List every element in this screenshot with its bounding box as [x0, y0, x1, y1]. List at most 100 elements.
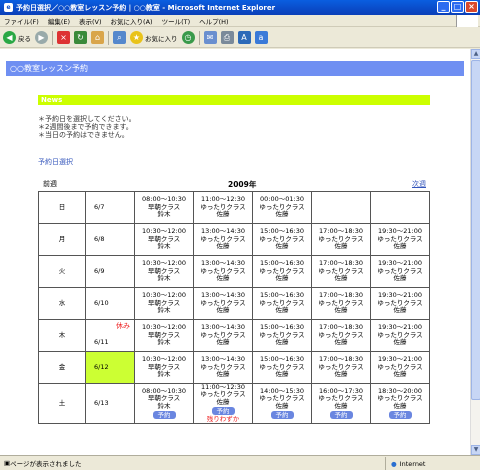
favorites-button[interactable]: ★ お気に入り — [130, 31, 178, 44]
scroll-up-icon[interactable]: ▲ — [471, 49, 480, 59]
menu-help[interactable]: ヘルプ(H) — [199, 16, 228, 26]
lesson-slot: 10:30～12:00 早朝クラス 鈴木 — [134, 255, 194, 288]
lesson-slot: 08:00～10:30 早朝クラス 鈴木 — [134, 191, 194, 224]
slot-teacher: 佐藤 — [275, 370, 289, 379]
close-button[interactable]: × — [465, 1, 478, 13]
lesson-slot: 13:00～14:30 ゆったりクラス 佐藤 — [193, 351, 253, 384]
slot-teacher: 佐藤 — [216, 210, 230, 219]
back-arrow-icon: ◀ — [3, 31, 16, 44]
edit-icon[interactable]: A — [237, 31, 251, 44]
vertical-scrollbar[interactable]: ▲ ▼ — [470, 49, 480, 455]
week-navigation: 前週 2009年 次週 — [38, 179, 430, 191]
back-button[interactable]: ◀ 戻る — [3, 31, 31, 44]
slot-teacher: 佐藤 — [275, 338, 289, 347]
note-item: ＊2週間後まで予約できます。 — [38, 123, 133, 131]
lesson-slot: 10:30～12:00 早朝クラス 鈴木 — [134, 351, 194, 384]
lesson-slot: 17:00～18:30 ゆったりクラス 佐藤 — [311, 223, 371, 256]
table-row: 木 休み 6/11 10:30～12:00 早朝クラス 鈴木 13:00～14:30 ゆったり… — [38, 319, 430, 352]
date-cell: 休み 6/11 — [85, 319, 135, 352]
lesson-slot: 16:00～17:30 ゆったりクラス 佐藤 予約 — [311, 382, 371, 425]
prev-week[interactable]: 前週 — [43, 179, 57, 189]
note-item: ＊当日の予約はできません。 — [38, 131, 129, 139]
date-label: 6/11 — [94, 337, 109, 346]
slot-teacher: 佐藤 — [216, 274, 230, 283]
windows-logo-icon — [456, 15, 478, 27]
date-cell: 6/7 — [85, 191, 135, 224]
page-content: ○○教室レッスン予約 News ＊予約日を選択してください。 ＊2週間後まで予約… — [0, 49, 470, 455]
weekday-cell: 木 — [38, 319, 86, 352]
lesson-slot: 10:30～12:00 早朝クラス 鈴木 — [134, 319, 194, 352]
few-left-label: 残りわずか — [206, 414, 240, 423]
translate-icon[interactable]: a — [254, 31, 268, 44]
slot-teacher: 佐藤 — [334, 401, 348, 410]
next-week-link[interactable]: 次週 — [412, 179, 426, 189]
table-row: 土 6/13 08:00～10:30 早朝クラス 鈴木 予約 11:00～12:30 ゆったり… — [38, 382, 430, 425]
lesson-slot: 13:00～14:30 ゆったりクラス 佐藤 — [193, 287, 253, 320]
lesson-slot: 17:00～18:30 ゆったりクラス 佐藤 — [311, 255, 371, 288]
schedule-table: 日 6/7 08:00～10:30 早朝クラス 鈴木 11:00～12:30 ゆったりクラス… — [38, 191, 430, 425]
slot-teacher: 鈴木 — [157, 401, 171, 410]
window-controls: _ □ × — [437, 1, 478, 13]
slot-teacher: 佐藤 — [334, 370, 348, 379]
globe-icon: ● — [391, 459, 397, 468]
reserve-button[interactable]: 予約 — [329, 410, 353, 419]
menu-tools[interactable]: ツール(T) — [162, 16, 191, 26]
lesson-slot — [370, 191, 430, 224]
table-row: 金 6/12 10:30～12:00 早朝クラス 鈴木 13:00～14:30 ゆったりクラ… — [38, 351, 430, 384]
toolbar-separator — [198, 30, 200, 45]
lesson-slot: 11:00～12:30 ゆったりクラス 佐藤 予約 残りわずか — [193, 382, 253, 425]
reserve-button[interactable]: 予約 — [152, 410, 176, 419]
lesson-slot: 19:30～21:00 ゆったりクラス 佐藤 — [370, 287, 430, 320]
date-cell: 6/9 — [85, 255, 135, 288]
menu-view[interactable]: 表示(V) — [79, 16, 102, 26]
slot-teacher: 佐藤 — [275, 401, 289, 410]
back-label: 戻る — [18, 34, 31, 43]
print-icon[interactable]: ⎙ — [220, 31, 234, 44]
slot-teacher: 鈴木 — [157, 370, 171, 379]
zone-label: Internet — [399, 459, 426, 468]
stop-icon[interactable]: × — [57, 31, 70, 44]
lesson-slot: 00:00～01:30 ゆったりクラス 佐藤 — [252, 191, 312, 224]
slot-teacher: 佐藤 — [216, 370, 230, 379]
lesson-slot: 19:30～21:00 ゆったりクラス 佐藤 — [370, 255, 430, 288]
menu-edit[interactable]: 編集(E) — [48, 16, 70, 26]
weekday-cell: 火 — [38, 255, 86, 288]
select-date-link[interactable]: 予約日選択 — [38, 157, 73, 167]
lesson-slot: 19:30～21:00 ゆったりクラス 佐藤 — [370, 351, 430, 384]
home-icon[interactable]: ⌂ — [91, 31, 104, 44]
slot-teacher: 佐藤 — [334, 274, 348, 283]
slot-teacher: 鈴木 — [157, 338, 171, 347]
slot-teacher: 佐藤 — [393, 401, 407, 410]
slot-teacher: 佐藤 — [275, 242, 289, 251]
maximize-button[interactable]: □ — [451, 1, 464, 13]
slot-teacher: 佐藤 — [393, 242, 407, 251]
forward-button[interactable]: ▶ — [35, 31, 48, 44]
lesson-slot: 13:00～14:30 ゆったりクラス 佐藤 — [193, 319, 253, 352]
search-icon[interactable]: ⌕ — [113, 31, 126, 44]
mail-icon[interactable]: ✉ — [203, 31, 217, 44]
menu-file[interactable]: ファイル(F) — [4, 16, 39, 26]
toolbar: ◀ 戻る ▶ × ↻ ⌂ ⌕ ★ お気に入り ◷ ✉ ⎙ A a — [0, 28, 480, 48]
scroll-down-icon[interactable]: ▼ — [471, 445, 480, 455]
scroll-thumb[interactable] — [471, 60, 480, 400]
reserve-button[interactable]: 予約 — [270, 410, 294, 419]
year-label: 2009年 — [228, 180, 257, 189]
window-titlebar: e 予約日選択／○○教室レッスン予約 | ○○教室 - Microsoft In… — [0, 0, 480, 15]
date-cell: 6/12 — [85, 351, 135, 384]
date-cell: 6/10 — [85, 287, 135, 320]
weekday-cell: 日 — [38, 191, 86, 224]
slot-teacher: 佐藤 — [216, 338, 230, 347]
weekday-cell: 土 — [38, 382, 86, 425]
holiday-label: 休み — [116, 322, 130, 330]
history-icon[interactable]: ◷ — [181, 31, 195, 44]
slot-teacher: 佐藤 — [393, 338, 407, 347]
ie-icon: e — [4, 3, 13, 12]
refresh-icon[interactable]: ↻ — [74, 31, 87, 44]
minimize-button[interactable]: _ — [437, 1, 450, 13]
menu-bar: ファイル(F) 編集(E) 表示(V) お気に入り(A) ツール(T) ヘルプ(… — [0, 15, 480, 27]
lesson-slot: 11:00～12:30 ゆったりクラス 佐藤 — [193, 191, 253, 224]
menu-favorites[interactable]: お気に入り(A) — [111, 16, 153, 26]
lesson-slot: 13:00～14:30 ゆったりクラス 佐藤 — [193, 223, 253, 256]
reserve-button[interactable]: 予約 — [388, 410, 412, 419]
notes: ＊予約日を選択してください。 ＊2週間後まで予約できます。 ＊当日の予約はできま… — [38, 115, 136, 139]
